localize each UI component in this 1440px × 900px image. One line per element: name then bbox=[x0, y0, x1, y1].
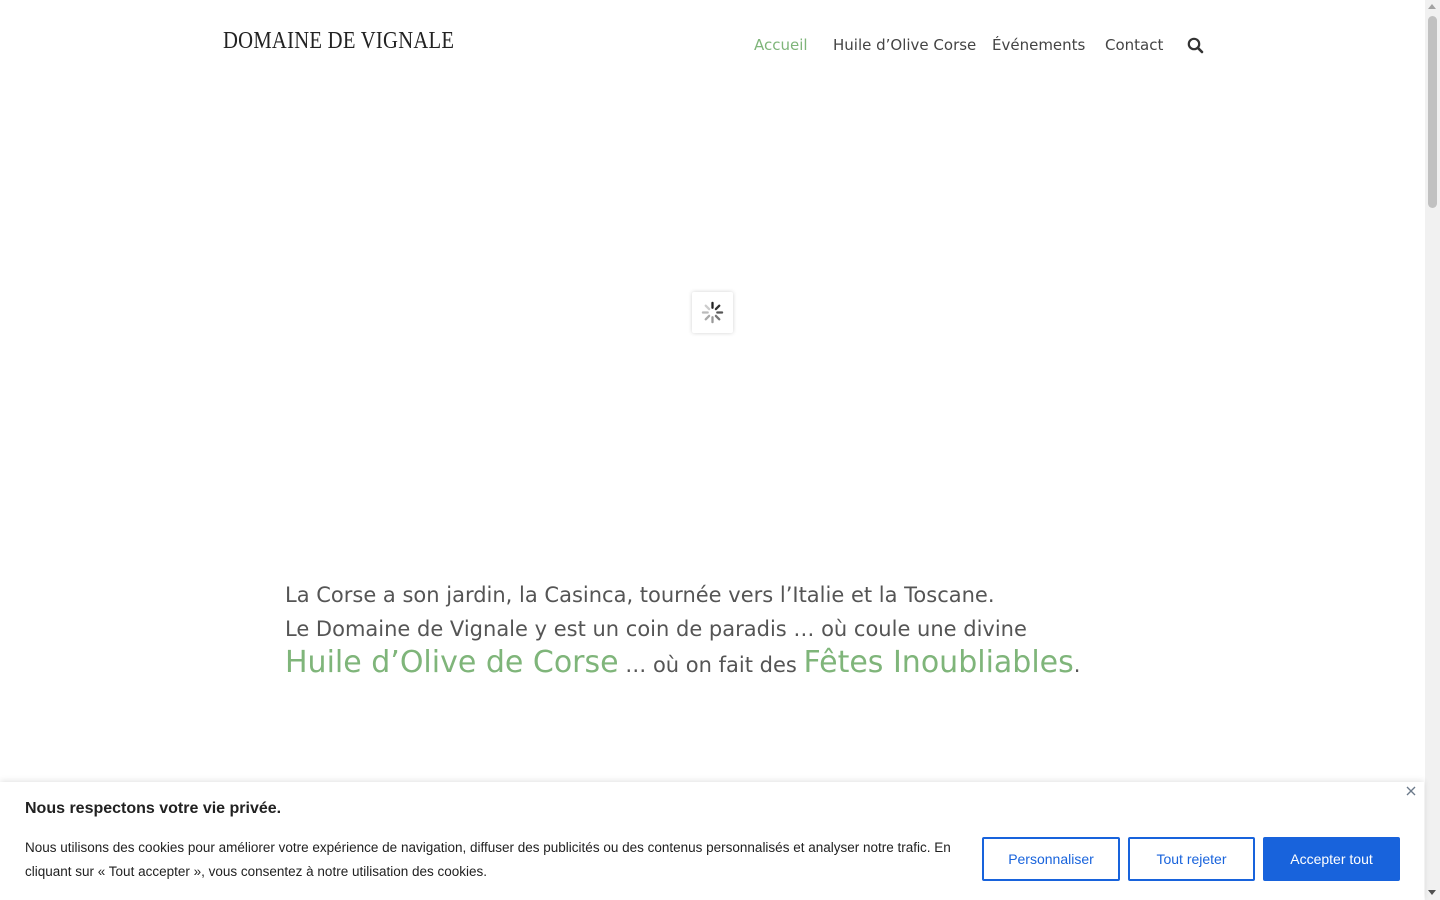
cookie-banner: Nous respectons votre vie privée. Nous u… bbox=[0, 782, 1424, 900]
accept-all-button[interactable]: Accepter tout bbox=[1263, 837, 1400, 881]
loading-spinner bbox=[692, 292, 733, 333]
nav-item-contact[interactable]: Contact bbox=[1105, 36, 1163, 54]
intro-text-part-2: … où on fait des bbox=[618, 653, 804, 677]
scroll-down-arrow-icon[interactable] bbox=[1428, 890, 1436, 895]
customize-button[interactable]: Personnaliser bbox=[982, 837, 1120, 881]
intro-text-end: . bbox=[1073, 653, 1081, 677]
intro-line-1: La Corse a son jardin, la Casinca, tourn… bbox=[285, 583, 995, 607]
scrollbar-thumb[interactable] bbox=[1428, 16, 1437, 208]
nav-item-accueil[interactable]: Accueil bbox=[754, 36, 808, 54]
link-huile-olive[interactable]: Huile d’Olive de Corse bbox=[285, 645, 619, 680]
site-header: DOMAINE DE VIGNALE Accueil Huile d’Olive… bbox=[0, 0, 1425, 90]
intro-text: La Corse a son jardin, la Casinca, tourn… bbox=[285, 580, 1085, 682]
close-icon[interactable] bbox=[1404, 784, 1418, 798]
scroll-up-arrow-icon[interactable] bbox=[1428, 4, 1436, 9]
spinner-icon bbox=[701, 301, 724, 324]
nav-item-huile-olive[interactable]: Huile d’Olive Corse bbox=[833, 36, 976, 54]
search-icon[interactable] bbox=[1187, 37, 1204, 54]
cookie-description: Nous utilisons des cookies pour améliore… bbox=[25, 840, 951, 879]
scrollbar[interactable] bbox=[1425, 0, 1440, 900]
cookie-title: Nous respectons votre vie privée. bbox=[25, 800, 282, 817]
nav-item-evenements[interactable]: Événements bbox=[992, 36, 1085, 54]
link-fetes[interactable]: Fêtes Inoubliables bbox=[804, 645, 1074, 680]
intro-line-2: Le Domaine de Vignale y est un coin de p… bbox=[285, 613, 1085, 682]
intro-text-part-1: Le Domaine de Vignale y est un coin de p… bbox=[285, 617, 1027, 641]
site-logo[interactable]: DOMAINE DE VIGNALE bbox=[223, 28, 454, 55]
reject-all-button[interactable]: Tout rejeter bbox=[1128, 837, 1255, 881]
